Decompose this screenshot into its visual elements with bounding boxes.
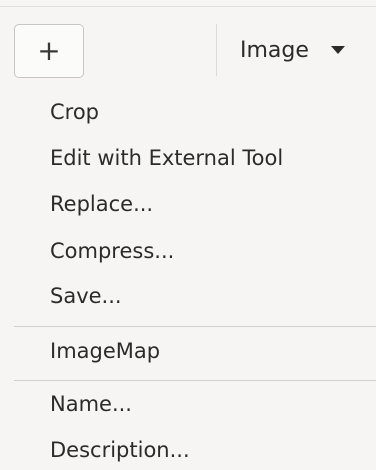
toolbar-top-border	[0, 6, 376, 7]
toolbar-separator	[216, 24, 217, 76]
menu-item-imagemap[interactable]: ImageMap	[50, 339, 160, 363]
menu-item-save[interactable]: Save...	[50, 284, 122, 308]
plus-icon: +	[37, 34, 61, 67]
menu-item-description[interactable]: Description...	[50, 438, 190, 462]
image-menu-button[interactable]: Image	[240, 28, 345, 72]
menu-item-edit-external[interactable]: Edit with External Tool	[50, 146, 283, 170]
menu-separator	[14, 326, 376, 327]
menu-separator	[14, 380, 376, 381]
toolbar: + Image	[0, 0, 376, 82]
menu-item-crop[interactable]: Crop	[50, 100, 99, 124]
menu-item-compress[interactable]: Compress...	[50, 239, 174, 263]
menu-item-name[interactable]: Name...	[50, 392, 132, 416]
add-button[interactable]: +	[14, 24, 84, 78]
image-dropdown-menu: Crop Edit with External Tool Replace... …	[0, 82, 376, 470]
menu-item-replace[interactable]: Replace...	[50, 192, 153, 216]
dropdown-arrow-icon	[330, 46, 345, 54]
image-menu-label: Image	[240, 37, 309, 63]
